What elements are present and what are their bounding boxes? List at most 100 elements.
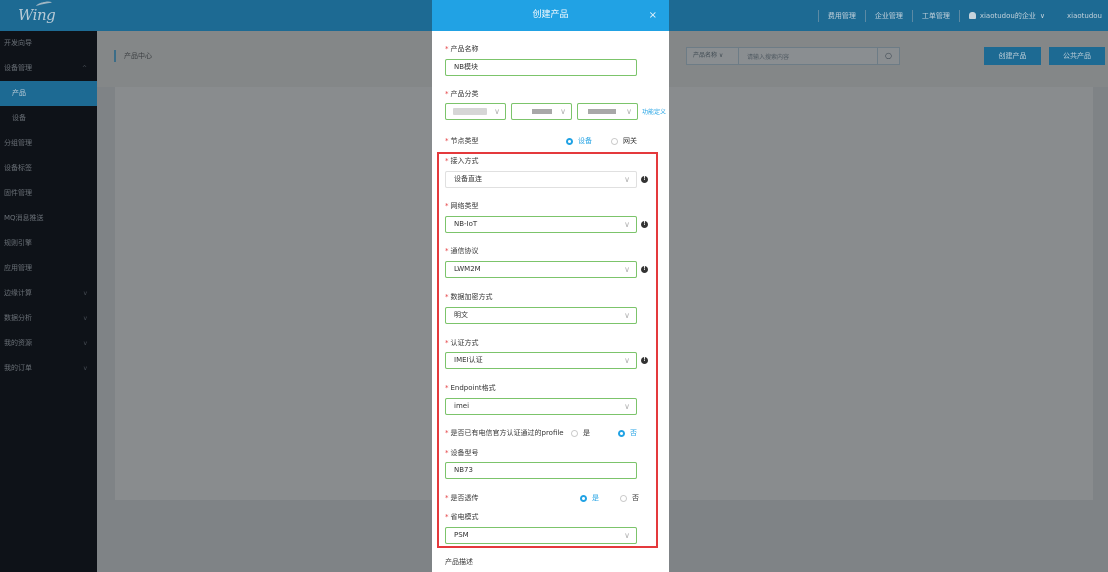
redacted-value [532,109,552,114]
sidebar-item-edge-computing[interactable]: 边缘计算 v [0,281,97,306]
protocol-select[interactable]: LWM2M ∨ [445,261,637,278]
chevron-down-icon: ∨ [624,175,630,184]
description-label: 产品描述 [445,558,473,566]
search-input[interactable]: 请输入搜索内容 [739,52,877,61]
radio-unchecked-icon [620,494,627,502]
passthrough-label: * 是否透传 [445,494,479,502]
network-type-select[interactable]: NB-IoT ∨ [445,216,637,233]
telecom-profile-label: * 是否已有电信官方认证通过的profile [445,429,564,437]
chevron-down-icon: ∨ [624,356,630,365]
sidebar-item-rule-engine[interactable]: 规则引擎 [0,231,97,256]
auth-method-select[interactable]: IMEI认证 ∨ [445,352,637,369]
sidebar-item-mq-push[interactable]: MQ消息推送 [0,206,97,231]
access-method-select[interactable]: 设备直连 ∨ [445,171,637,188]
sidebar-item-product[interactable]: 产品 [0,81,97,106]
wing-logo[interactable]: Wing [18,0,56,24]
sidebar-item-label: MQ消息推送 [4,214,44,222]
passthrough-yes-radio[interactable]: 是 [580,493,599,503]
sidebar-item-group-management[interactable]: 分组管理 [0,131,97,156]
sidebar-item-label: 设备 [12,114,26,122]
node-type-label: * 节点类型 [445,137,479,145]
modal-header: 创建产品 × [432,0,669,31]
sidebar-item-label: 设备标签 [4,164,32,172]
public-product-button[interactable]: 公共产品 [1049,47,1105,65]
info-icon[interactable]: ! [641,357,648,364]
sidebar-item-label: 我的订单 [4,364,32,372]
close-icon[interactable]: × [649,0,657,31]
sidebar-item-device[interactable]: 设备 [0,106,97,131]
chevron-down-icon: v [83,340,87,347]
auth-method-label: * 认证方式 [445,339,479,347]
chevron-down-icon: ∨ [626,107,632,116]
ticket-management-link[interactable]: 工单管理 [922,11,950,21]
breadcrumb: 产品中心 [114,50,152,62]
function-definition-link[interactable]: 功能定义 [642,107,666,116]
nav-divider [958,9,960,22]
radio-checked-icon [580,494,587,502]
sidebar-item-label: 固件管理 [4,189,32,197]
sidebar-item-dev-guide[interactable]: 开发向导 [0,31,97,56]
telecom-profile-no-radio[interactable]: 否 [618,428,637,438]
device-model-label: * 设备型号 [445,449,479,457]
radio-checked-icon [618,429,625,437]
network-type-label: * 网络类型 [445,202,479,210]
search-field-select[interactable]: 产品名称 ∨ [687,48,739,64]
telecom-profile-yes-radio[interactable]: 是 [571,428,590,438]
radio-checked-icon [566,137,573,145]
sidebar-item-device-management[interactable]: 设备管理 ^ [0,56,97,81]
create-product-button[interactable]: 创建产品 [984,47,1041,65]
category-label: * 产品分类 [445,90,479,98]
sidebar-item-my-orders[interactable]: 我的订单 v [0,356,97,381]
chevron-down-icon: v [83,365,87,372]
top-nav: 费用管理 企业管理 工单管理 xiaotudou的企业 ∨ xiaotudou [809,0,1108,31]
sidebar-item-my-resources[interactable]: 我的资源 v [0,331,97,356]
chevron-down-icon: ∨ [624,402,630,411]
encryption-label: * 数据加密方式 [445,293,493,301]
power-mode-select[interactable]: PSM ∨ [445,527,637,544]
chevron-down-icon: ∨ [624,265,630,274]
chevron-down-icon: v [83,315,87,322]
redacted-value [588,109,616,114]
encryption-select[interactable]: 明文 ∨ [445,307,637,324]
modal-title: 创建产品 [532,10,569,20]
logo-text: Wing [18,6,56,24]
sidebar-item-label: 产品 [12,89,26,97]
category-select-2[interactable]: ∨ [511,103,572,120]
radio-unchecked-icon [611,137,618,145]
sidebar-item-firmware[interactable]: 固件管理 [0,181,97,206]
chevron-up-icon: ^ [81,65,87,72]
endpoint-format-label: * Endpoint格式 [445,384,496,392]
nav-divider [817,9,819,22]
passthrough-no-radio[interactable]: 否 [620,493,639,503]
radio-unchecked-icon [571,429,578,437]
sidebar-item-label: 设备管理 [4,64,32,72]
node-type-gateway-radio[interactable]: 网关 [611,136,637,146]
sidebar-item-device-tags[interactable]: 设备标签 [0,156,97,181]
enterprise-management-link[interactable]: 企业管理 [875,11,903,21]
category-select-1[interactable]: ∨ [445,103,506,120]
product-name-input[interactable]: NB模块 [445,59,637,76]
chevron-down-icon: v [83,290,87,297]
sidebar-item-app-management[interactable]: 应用管理 [0,256,97,281]
username-link[interactable]: xiaotudou [1067,12,1102,20]
fee-management-link[interactable]: 费用管理 [828,11,856,21]
nav-divider [911,9,913,22]
redacted-value [453,108,487,115]
search-icon[interactable]: ○ [877,48,899,64]
node-type-device-radio[interactable]: 设备 [566,136,592,146]
sidebar-item-label: 开发向导 [4,39,32,47]
category-select-3[interactable]: ∨ [577,103,638,120]
endpoint-format-select[interactable]: imei ∨ [445,398,637,415]
sidebar-item-data-analysis[interactable]: 数据分析 v [0,306,97,331]
device-model-input[interactable]: NB73 [445,462,637,479]
sidebar: 开发向导 设备管理 ^ 产品 设备 分组管理 设备标签 固件管理 MQ消息推送 规… [0,31,97,572]
chevron-down-icon[interactable]: ∨ [1040,12,1045,20]
org-user-menu[interactable]: xiaotudou的企业 [980,11,1036,21]
chevron-down-icon: ∨ [494,107,500,116]
search-field-label: 产品名称 [693,52,718,59]
info-icon[interactable]: ! [641,266,648,273]
info-icon[interactable]: ! [641,221,648,228]
chevron-down-icon: ∨ [560,107,566,116]
info-icon[interactable]: ! [641,176,648,183]
product-search: 产品名称 ∨ 请输入搜索内容 ○ [686,47,900,65]
